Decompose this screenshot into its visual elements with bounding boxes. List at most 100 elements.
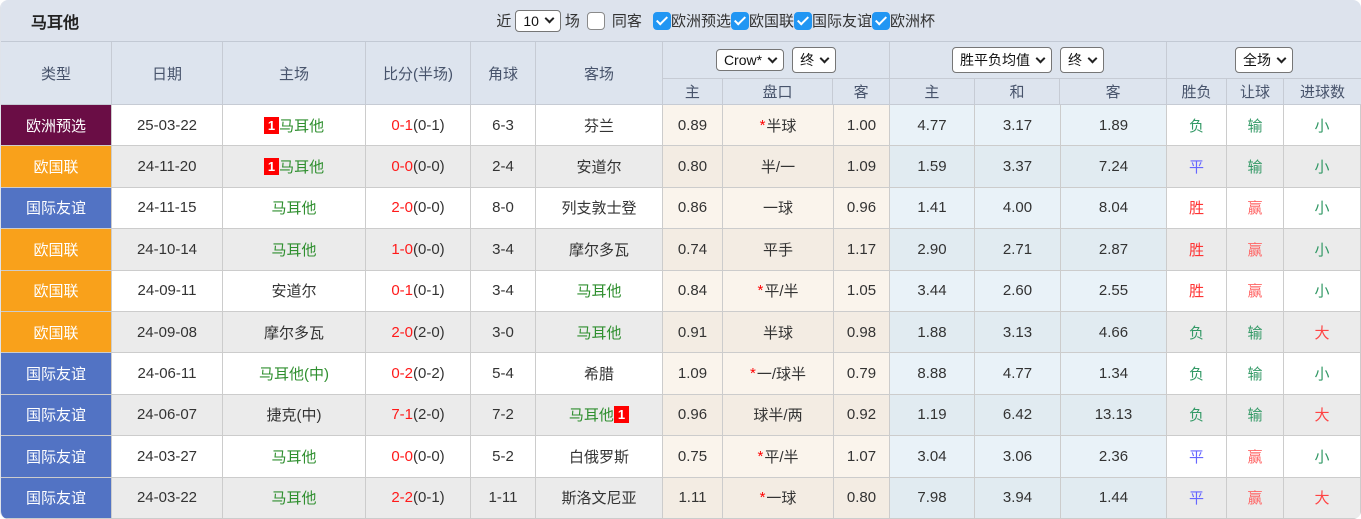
avg-draw-odds: 2.60 [975, 270, 1061, 312]
home-team-cell: 摩尔多瓦 [223, 311, 366, 354]
handicap-cell: * 平/半 [723, 436, 834, 478]
table-row: 欧国联 24-09-08 摩尔多瓦 2-0 (2-0) 3-0 马耳他 0.91 … [1, 311, 1361, 354]
away-team-name: 马耳他 [576, 283, 622, 301]
near-label: 近 [496, 13, 512, 30]
avg-lose-odds: 7.24 [1061, 146, 1167, 188]
away-team-name: 列支敦士登 [561, 200, 637, 218]
avg-stage-select[interactable]: 终 [1060, 47, 1104, 74]
home-team-name: 马耳他 [279, 159, 325, 177]
avg-win-odds: 1.41 [890, 187, 975, 230]
handicap-value: 平/半 [764, 283, 799, 301]
avg-win-odds: 8.88 [890, 353, 975, 395]
col-header-odds-away: 客 [853, 84, 869, 102]
corner-count: 1-11 [471, 477, 536, 519]
avg-group: 胜平负均值 终 主 和 客 [890, 42, 1167, 104]
avg-type-select[interactable]: 胜平负均值 [952, 47, 1052, 74]
score-cell: 0-1 (0-1) [366, 105, 471, 147]
home-team-cell: 马耳他 [223, 229, 366, 271]
handicap-result: 赢 [1227, 477, 1284, 519]
league-checkbox-label: 欧洲杯 [889, 13, 935, 30]
wdl-result: 平 [1167, 146, 1227, 188]
match-count-select[interactable]: 10 [515, 9, 561, 32]
avg-draw-odds: 4.00 [975, 187, 1061, 230]
table-row: 欧国联 24-11-20 1 马耳他 0-0 (0-0) 2-4 安道尔 0.80 … [1, 146, 1361, 188]
table-row: 欧国联 24-10-14 马耳他 1-0 (0-0) 3-4 摩尔多瓦 0.74 … [1, 229, 1361, 271]
goals-result: 小 [1284, 229, 1361, 271]
league-checkbox-label: 欧洲预选 [670, 13, 731, 30]
home-odds: 1.09 [663, 353, 723, 395]
match-date: 24-03-22 [112, 477, 223, 519]
away-odds: 0.92 [834, 394, 890, 437]
home-team-name: 马耳他 [271, 241, 317, 259]
handicap-cell: * 半球 [723, 105, 834, 147]
odds-stage-select[interactable]: 终 [792, 47, 837, 74]
home-team-name: 捷克(中) [266, 407, 322, 425]
chevron-down-icon [544, 13, 555, 24]
match-date: 24-10-14 [112, 229, 223, 271]
table-row: 国际友谊 24-03-27 马耳他 0-0 (0-0) 5-2 白俄罗斯 0.75… [1, 436, 1361, 478]
fulltime-score: 2-0 [391, 323, 413, 341]
odds-company-select[interactable]: Crow* [715, 49, 785, 72]
avg-win-odds: 3.04 [890, 436, 975, 478]
league-checkbox[interactable] [730, 11, 749, 30]
wdl-result: 负 [1167, 105, 1227, 147]
league-badge: 欧国联 [1, 146, 112, 188]
result-scope-select[interactable]: 全场 [1235, 47, 1293, 74]
col-header-corner: 角球 [471, 42, 536, 104]
avg-win-odds: 1.88 [890, 311, 975, 354]
handicap-result: 赢 [1227, 270, 1284, 312]
col-header-type: 类型 [1, 42, 112, 104]
table-row: 欧国联 24-09-11 安道尔 0-1 (0-1) 3-4 马耳他 0.84 *… [1, 270, 1361, 312]
handicap-cell: 一球 [723, 187, 834, 230]
home-team-name: 安道尔 [271, 283, 317, 301]
away-team-name: 马耳他 [568, 407, 614, 425]
home-team-cell: 1 马耳他 [223, 105, 366, 147]
away-team-name: 斯洛文尼亚 [561, 490, 637, 508]
away-team-name: 摩尔多瓦 [568, 241, 629, 259]
away-odds: 1.00 [834, 105, 890, 147]
league-checkbox[interactable] [871, 11, 890, 30]
avg-win-odds: 1.59 [890, 146, 975, 188]
score-cell: 7-1 (2-0) [366, 394, 471, 437]
handicap-cell: * 一球 [723, 477, 834, 519]
rank-badge: 1 [263, 158, 280, 176]
league-checkbox[interactable] [652, 11, 671, 30]
home-odds: 0.96 [663, 394, 723, 437]
away-team-name: 白俄罗斯 [568, 448, 629, 466]
home-team-cell: 马耳他 [223, 477, 366, 519]
away-team-cell: 希腊 [536, 353, 663, 395]
topbar: 马耳他 近 10 场 同客 欧洲预选 欧国联 国际友谊 欧洲杯 [1, 0, 1361, 42]
away-odds: 1.07 [834, 436, 890, 478]
home-team-cell: 捷克(中) [223, 394, 366, 437]
handicap-cell: 半/一 [723, 146, 834, 188]
league-checkbox[interactable] [793, 11, 812, 30]
avg-draw-odds: 3.06 [975, 436, 1061, 478]
away-team-cell: 摩尔多瓦 [536, 229, 663, 271]
home-odds: 0.86 [663, 187, 723, 230]
match-date: 24-09-11 [112, 270, 223, 312]
away-team-name: 安道尔 [576, 159, 622, 177]
league-badge: 欧洲预选 [1, 105, 112, 147]
handicap-value: 一/球半 [756, 366, 806, 384]
goals-result: 小 [1284, 436, 1361, 478]
home-odds: 0.84 [663, 270, 723, 312]
table-body: 欧洲预选 25-03-22 1 马耳他 0-1 (0-1) 6-3 芬兰 0.89 … [1, 105, 1361, 519]
away-odds: 0.98 [834, 311, 890, 354]
avg-draw-odds: 3.17 [975, 105, 1061, 147]
handicap-cell: 球半/两 [723, 394, 834, 437]
chevron-down-icon [767, 53, 778, 64]
wdl-result: 胜 [1167, 270, 1227, 312]
table-row: 国际友谊 24-06-07 捷克(中) 7-1 (2-0) 7-2 马耳他 1 0.… [1, 394, 1361, 437]
handicap-result: 输 [1227, 394, 1284, 437]
goals-result: 小 [1284, 353, 1361, 395]
home-odds: 1.11 [663, 477, 723, 519]
score-cell: 2-0 (0-0) [366, 187, 471, 230]
same-away-checkbox[interactable] [586, 11, 605, 30]
match-date: 25-03-22 [112, 105, 223, 147]
league-badge: 欧国联 [1, 270, 112, 312]
halftime-score: (0-1) [413, 489, 445, 507]
corner-count: 7-2 [471, 394, 536, 437]
avg-lose-odds: 2.55 [1061, 270, 1167, 312]
handicap-value: 平手 [762, 241, 793, 259]
wdl-result: 负 [1167, 394, 1227, 437]
